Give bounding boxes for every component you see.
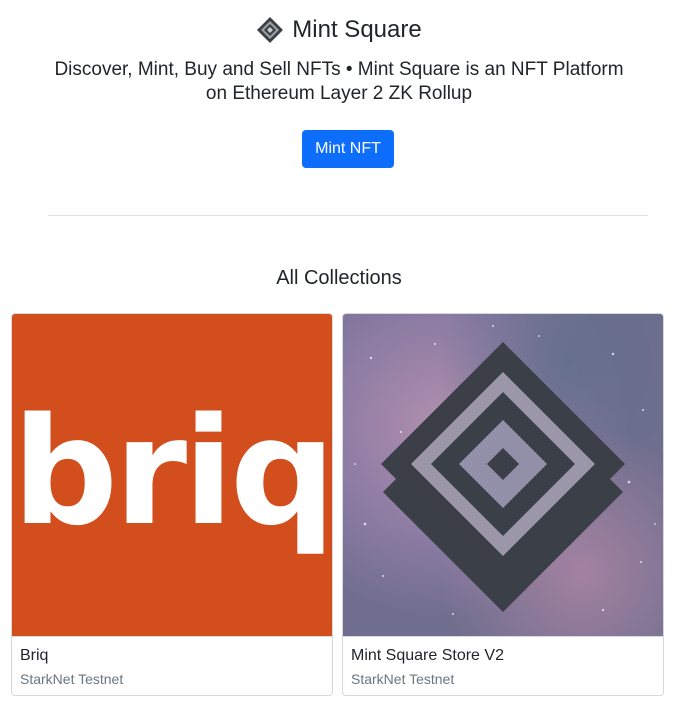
mint-square-diamond-icon <box>343 314 663 636</box>
brand-name: Mint Square <box>292 16 422 43</box>
collection-card-body: Briq StarkNet Testnet <box>12 636 332 695</box>
collection-card-briq[interactable]: briq Briq StarkNet Testnet <box>11 313 333 696</box>
all-collections-heading: All Collections <box>276 267 402 289</box>
collection-network: StarkNet Testnet <box>351 671 455 687</box>
collection-card-mint-square-store[interactable]: Mint Square Store V2 StarkNet Testnet <box>342 313 664 696</box>
collection-image-mint-square-store[interactable] <box>343 314 663 636</box>
collection-name[interactable]: Mint Square Store V2 <box>351 645 655 667</box>
tagline: Discover, Mint, Buy and Sell NFTs • Mint… <box>40 58 638 106</box>
collection-card-body: Mint Square Store V2 StarkNet Testnet <box>343 636 663 695</box>
brand[interactable]: Mint Square <box>0 14 678 46</box>
collection-network: StarkNet Testnet <box>20 671 124 687</box>
mint-square-logo-icon <box>256 16 284 44</box>
collection-name[interactable]: Briq <box>20 645 324 667</box>
tagline-line-1: Discover, Mint, Buy and Sell NFTs • Mint… <box>54 59 624 80</box>
mint-nft-button[interactable]: Mint NFT <box>302 130 394 168</box>
divider <box>48 215 648 216</box>
briq-logo-text: briq <box>12 386 332 558</box>
collection-image-briq[interactable]: briq <box>12 314 332 636</box>
tagline-line-2: on Ethereum Layer 2 ZK Rollup <box>205 83 473 104</box>
